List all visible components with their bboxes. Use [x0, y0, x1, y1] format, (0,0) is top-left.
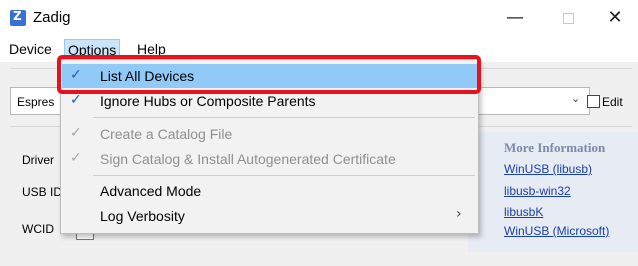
app-icon: [10, 9, 26, 26]
menu-item-label: Ignore Hubs or Composite Parents: [100, 93, 316, 109]
chevron-down-icon: ⌄: [571, 92, 581, 105]
info-title: More Information: [504, 140, 606, 155]
menu-item-log-verbosity[interactable]: Log Verbosity ›: [62, 204, 477, 228]
menu-item-advanced-mode[interactable]: Advanced Mode: [62, 179, 477, 203]
check-icon: ✓: [70, 125, 82, 141]
close-button[interactable]: ✕: [592, 0, 638, 36]
title-bar: Zadig — ✕: [0, 0, 638, 36]
maximize-icon: [562, 13, 574, 24]
window-title: Zadig: [33, 9, 71, 26]
minimize-icon: —: [506, 7, 524, 28]
link-libusb-win32[interactable]: libusb-win32: [504, 184, 571, 198]
edit-checkbox[interactable]: [587, 95, 600, 108]
link-libusbk[interactable]: libusbK: [504, 205, 543, 219]
link-winusb-microsoft[interactable]: WinUSB (Microsoft): [504, 224, 609, 238]
edit-label: Edit: [602, 95, 623, 109]
usb-id-label: USB ID: [22, 185, 63, 199]
check-icon: ✓: [70, 150, 82, 166]
menu-item-label: Create a Catalog File: [100, 126, 233, 142]
device-select-value: Espres: [17, 95, 55, 109]
menu-item-label: Advanced Mode: [100, 183, 202, 199]
link-winusb-libusb[interactable]: WinUSB (libusb): [504, 162, 592, 176]
menu-item-label: Log Verbosity: [100, 208, 185, 224]
maximize-button[interactable]: [545, 0, 591, 36]
wcid-label: WCID: [22, 222, 54, 236]
menu-item-sign-catalog: ✓ Sign Catalog & Install Autogenerated C…: [62, 147, 477, 171]
minimize-button[interactable]: —: [492, 0, 538, 36]
check-icon: ✓: [70, 92, 82, 108]
menu-item-label: Sign Catalog & Install Autogenerated Cer…: [100, 151, 396, 167]
submenu-arrow-icon: ›: [456, 206, 462, 222]
menu-device[interactable]: Device: [6, 39, 55, 60]
driver-label: Driver: [22, 153, 54, 167]
menu-separator: [93, 117, 475, 118]
highlight-annotation: [57, 55, 481, 94]
menu-item-create-catalog: ✓ Create a Catalog File: [62, 122, 477, 146]
menu-separator: [93, 175, 475, 176]
close-icon: ✕: [607, 7, 623, 28]
